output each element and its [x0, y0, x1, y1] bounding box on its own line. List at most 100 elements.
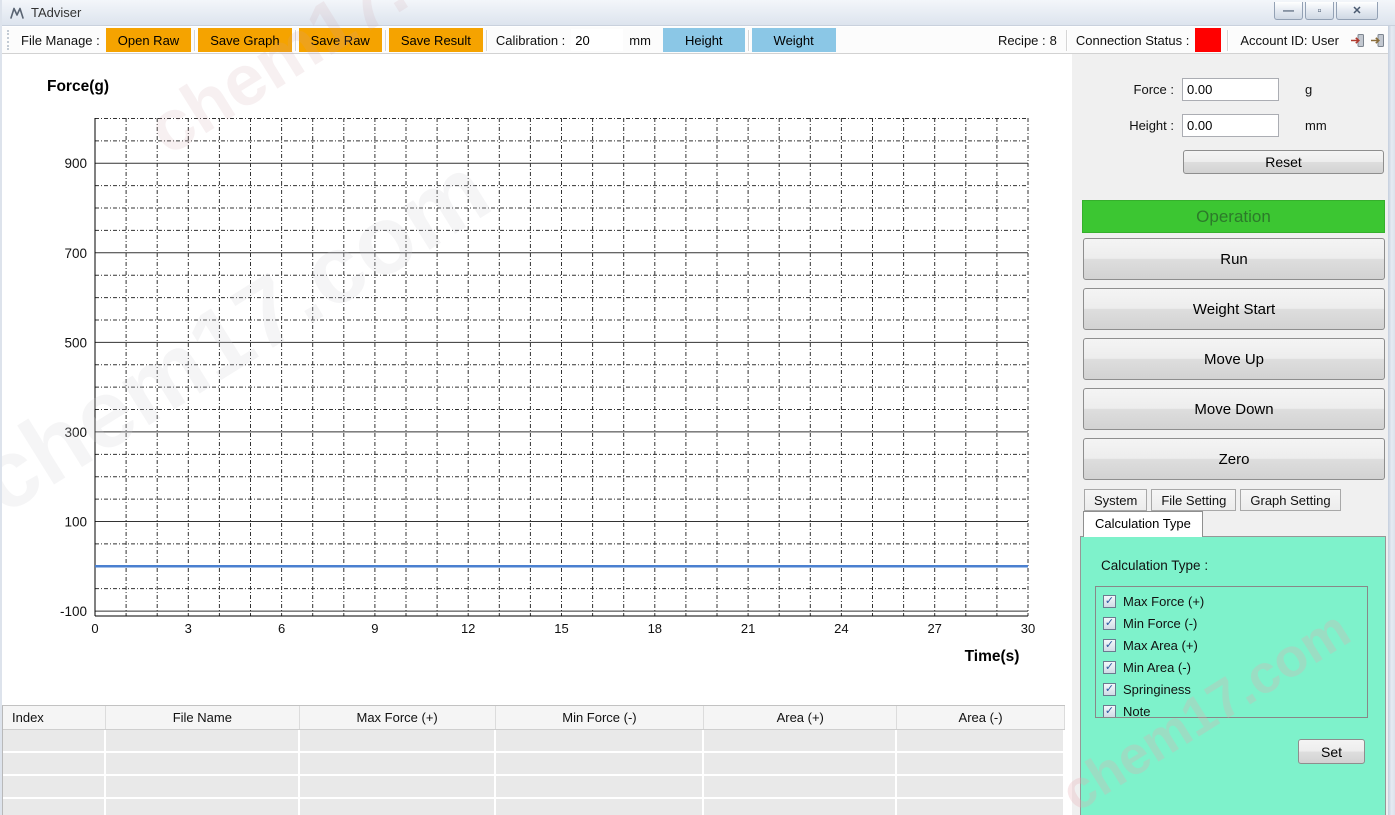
chart-and-results-area: 900700500300100-100036912151821242730For… [2, 54, 1072, 815]
open-raw-button[interactable]: Open Raw [106, 28, 191, 52]
table-cell [897, 753, 1065, 776]
calculation-type-panel: Calculation Type : ✓ Max Force (+) ✓ Min Fo… [1080, 536, 1386, 815]
svg-text:18: 18 [648, 621, 662, 636]
table-row[interactable] [3, 730, 1065, 753]
svg-text:900: 900 [64, 156, 87, 171]
force-readout-unit: g [1305, 78, 1312, 102]
move-down-button[interactable]: Move Down [1083, 388, 1385, 430]
table-row[interactable] [3, 753, 1065, 776]
height-mode-button[interactable]: Height [663, 28, 745, 52]
reset-button[interactable]: Reset [1183, 150, 1384, 174]
table-cell [106, 799, 300, 815]
results-table: IndexFile NameMax Force (+)Min Force (-)… [2, 705, 1065, 815]
table-cell [704, 776, 897, 799]
toolbar-grip [7, 30, 10, 50]
save-result-button[interactable]: Save Result [389, 28, 483, 52]
checkbox-min-force[interactable]: ✓ [1103, 617, 1116, 630]
table-cell [704, 753, 897, 776]
save-graph-button[interactable]: Save Graph [198, 28, 291, 52]
svg-text:700: 700 [64, 246, 87, 261]
login-icon[interactable] [1350, 33, 1365, 48]
table-cell [106, 776, 300, 799]
tab-graph-setting[interactable]: Graph Setting [1240, 489, 1340, 511]
table-cell [300, 776, 496, 799]
tab-file-setting[interactable]: File Setting [1151, 489, 1236, 511]
table-cell [3, 730, 106, 753]
toolbar: File Manage : Open Raw Save Graph Save R… [2, 27, 1395, 54]
svg-text:-100: -100 [60, 604, 87, 619]
height-readout-label: Height : [1072, 114, 1174, 138]
checkbox-springiness[interactable]: ✓ [1103, 683, 1116, 696]
svg-text:300: 300 [64, 425, 87, 440]
tab-system[interactable]: System [1084, 489, 1147, 511]
calculation-type-label: Calculation Type : [1101, 558, 1208, 573]
maximize-button[interactable]: ▫ [1305, 2, 1334, 20]
app-icon [9, 5, 25, 21]
checkbox-note[interactable]: ✓ [1103, 705, 1116, 718]
calc-type-item-label: Min Force (-) [1123, 616, 1197, 631]
results-table-header: IndexFile NameMax Force (+)Min Force (-)… [3, 706, 1065, 730]
toolbar-separator [748, 30, 749, 51]
recipe-label: Recipe : [992, 33, 1048, 48]
column-header[interactable]: Area (+) [704, 706, 897, 729]
table-cell [3, 799, 106, 815]
calc-type-item: ✓Note [1103, 700, 1367, 718]
calculation-type-list: ✓Max Force (+)✓Min Force (-)✓Max Area (+… [1095, 586, 1368, 718]
window-frame-edge [1388, 26, 1395, 815]
calibration-unit: mm [623, 33, 663, 48]
svg-text:12: 12 [461, 621, 475, 636]
run-button[interactable]: Run [1083, 238, 1385, 280]
table-cell [897, 730, 1065, 753]
table-cell [300, 799, 496, 815]
recipe-value: 8 [1048, 33, 1063, 48]
checkbox-max-force[interactable]: ✓ [1103, 595, 1116, 608]
svg-text:Time(s): Time(s) [965, 648, 1020, 665]
calc-type-item-label: Min Area (-) [1123, 660, 1191, 675]
svg-text:30: 30 [1021, 621, 1035, 636]
connection-status-indicator [1195, 28, 1221, 52]
close-button[interactable]: ✕ [1336, 2, 1378, 20]
force-readout-label: Force : [1072, 78, 1174, 102]
set-button[interactable]: Set [1298, 739, 1365, 764]
table-cell [106, 730, 300, 753]
table-row[interactable] [3, 799, 1065, 815]
svg-text:6: 6 [278, 621, 285, 636]
height-readout-unit: mm [1305, 114, 1327, 138]
move-up-button[interactable]: Move Up [1083, 338, 1385, 380]
table-cell [496, 730, 705, 753]
zero-button[interactable]: Zero [1083, 438, 1385, 480]
calibration-input[interactable] [571, 29, 623, 51]
checkbox-min-area[interactable]: ✓ [1103, 661, 1116, 674]
checkbox-max-area[interactable]: ✓ [1103, 639, 1116, 652]
save-raw-button[interactable]: Save Raw [299, 28, 382, 52]
table-row[interactable] [3, 776, 1065, 799]
settings-tab-strip: System File Setting Graph Setting [1084, 489, 1341, 511]
calc-type-item: ✓Springiness [1103, 678, 1367, 700]
column-header[interactable]: Max Force (+) [300, 706, 496, 729]
tab-calculation-type[interactable]: Calculation Type [1083, 511, 1203, 537]
svg-text:24: 24 [834, 621, 848, 636]
calc-type-item: ✓ Min Force (-) [1103, 612, 1367, 634]
toolbar-separator [1066, 30, 1067, 51]
force-readout-input[interactable] [1182, 78, 1279, 101]
weight-start-button[interactable]: Weight Start [1083, 288, 1385, 330]
calibration-label: Calibration : [490, 33, 571, 48]
logout-icon[interactable] [1370, 33, 1385, 48]
column-header[interactable]: Min Force (-) [496, 706, 705, 729]
calc-type-item: ✓ Min Area (-) [1103, 656, 1367, 678]
calc-type-item-label: Max Force (+) [1123, 594, 1204, 609]
minimize-button[interactable]: — [1274, 2, 1303, 20]
svg-text:3: 3 [185, 621, 192, 636]
column-header[interactable]: File Name [106, 706, 300, 729]
weight-mode-button[interactable]: Weight [752, 28, 836, 52]
table-cell [704, 799, 897, 815]
table-cell [3, 776, 106, 799]
table-cell [300, 753, 496, 776]
svg-text:Force(g): Force(g) [47, 78, 109, 95]
toolbar-separator [1227, 30, 1228, 51]
toolbar-separator [295, 30, 296, 51]
toolbar-separator [486, 30, 487, 51]
column-header[interactable]: Index [3, 706, 106, 729]
column-header[interactable]: Area (-) [897, 706, 1065, 729]
height-readout-input[interactable] [1182, 114, 1279, 137]
